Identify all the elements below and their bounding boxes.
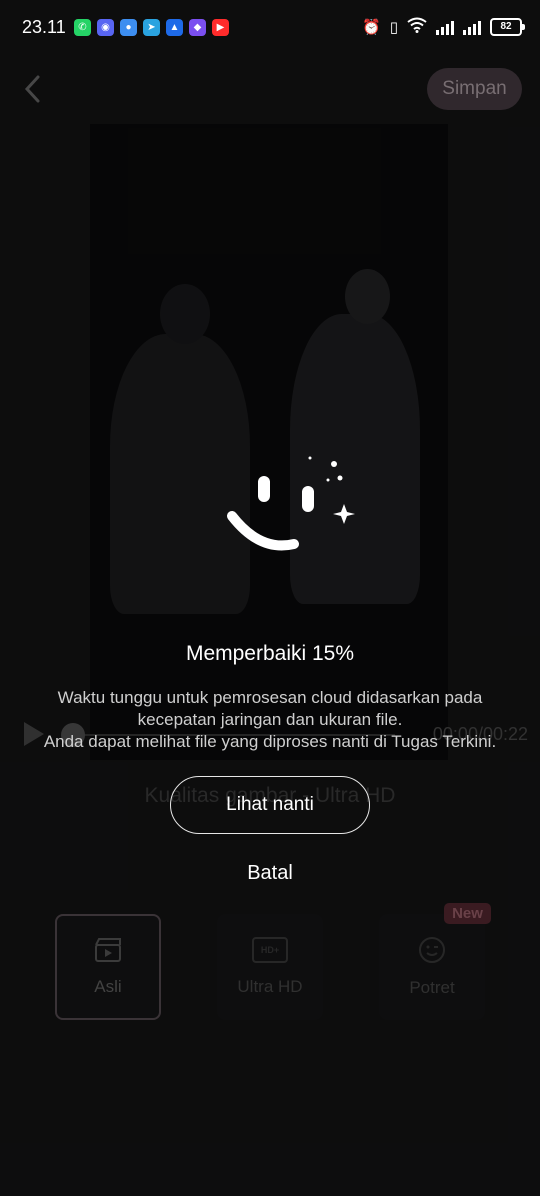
processing-overlay: Memperbaiki 15% Waktu tunggu untuk pemro… bbox=[0, 56, 540, 1196]
clock: 23.11 bbox=[22, 17, 66, 37]
chat-bubble-icon: ● bbox=[120, 19, 137, 36]
whatsapp-icon: ✆ bbox=[74, 19, 91, 36]
cancel-button[interactable]: Batal bbox=[0, 862, 540, 885]
signal-1-icon bbox=[436, 19, 454, 35]
processing-description-line-2: Anda dapat melihat file yang diproses na… bbox=[43, 732, 497, 751]
app-icon: ◆ bbox=[189, 19, 206, 36]
discord-icon: ◉ bbox=[97, 19, 114, 36]
vibrate-icon: ▯ bbox=[389, 19, 398, 36]
wifi-icon bbox=[407, 17, 427, 37]
view-later-button[interactable]: Lihat nanti bbox=[170, 776, 370, 834]
smiling-loader-icon bbox=[227, 456, 355, 551]
processing-description-line-1: Waktu tunggu untuk pemrosesan cloud dida… bbox=[57, 688, 483, 729]
alert-icon: ▲ bbox=[166, 19, 183, 36]
youtube-icon: ▶ bbox=[212, 19, 229, 36]
processing-description: Waktu tunggu untuk pemrosesan cloud dida… bbox=[40, 687, 500, 753]
alarm-icon: ⏰ bbox=[362, 19, 381, 36]
battery-icon: 82 bbox=[490, 18, 525, 36]
processing-status: Memperbaiki 15% bbox=[185, 642, 355, 665]
status-bar: 23.11 ✆ ◉ ● ➤ ▲ ◆ ▶ ⏰ ▯ 82 bbox=[0, 0, 540, 56]
signal-2-icon bbox=[463, 19, 481, 35]
notification-icons: ✆ ◉ ● ➤ ▲ ◆ ▶ bbox=[74, 19, 229, 36]
telegram-icon: ➤ bbox=[143, 19, 160, 36]
